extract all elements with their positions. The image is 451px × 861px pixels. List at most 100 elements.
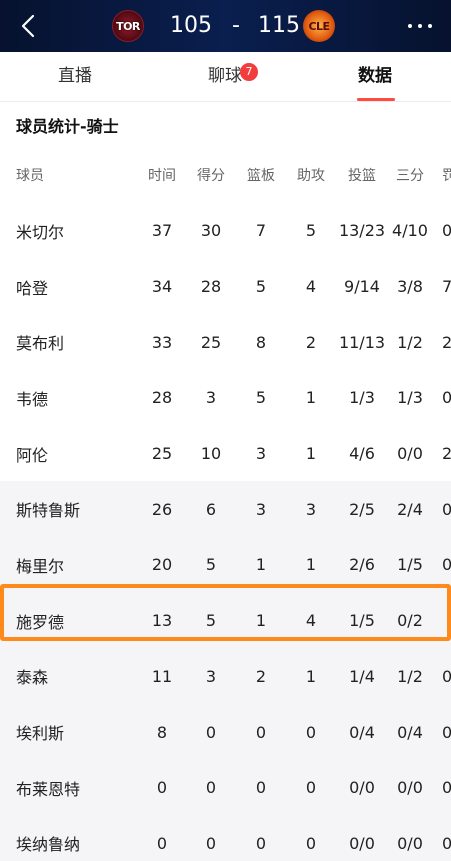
assists-cell: 0 <box>305 833 317 853</box>
more-dot-icon <box>408 24 412 28</box>
points-cell: 3 <box>205 666 217 686</box>
table-row[interactable]: 泰森 11 3 2 1 1/4 1/2 0 <box>0 648 451 705</box>
free-throws-cell: 0 <box>442 722 451 742</box>
assists-cell: 0 <box>305 722 317 742</box>
points-cell: 6 <box>205 499 217 519</box>
col-header-assists[interactable]: 助攻 <box>286 147 336 203</box>
tab-chat[interactable]: 聊球 <box>180 52 270 102</box>
minutes-cell: 0 <box>156 833 168 853</box>
active-tab-indicator <box>357 98 395 101</box>
table-row[interactable]: 哈登 34 28 5 4 9/14 3/8 7 <box>0 259 451 315</box>
minutes-cell: 11 <box>151 666 173 686</box>
table-row[interactable]: 韦德 28 3 5 1 1/3 1/3 0 <box>0 370 451 426</box>
free-throws-cell: 0 <box>442 499 451 519</box>
free-throws-cell <box>442 593 451 649</box>
home-score: 105 <box>170 13 212 38</box>
rebounds-cell: 0 <box>255 833 267 853</box>
rebounds-cell: 3 <box>255 444 267 464</box>
rebounds-cell: 8 <box>255 332 267 352</box>
minutes-cell: 33 <box>151 332 173 352</box>
minutes-cell: 26 <box>151 499 173 519</box>
player-name-cell: 米切尔 <box>16 222 65 242</box>
assists-cell: 2 <box>305 332 317 352</box>
away-team-logo: CLE <box>303 10 335 42</box>
rebounds-cell: 3 <box>255 499 267 519</box>
rebounds-cell: 5 <box>255 277 267 297</box>
assists-cell: 4 <box>305 611 317 631</box>
game-header: TOR 105 - 115 CLE <box>0 0 451 52</box>
three-pointers-cell: 2/4 <box>397 499 423 519</box>
chevron-left-icon <box>21 14 35 38</box>
three-pointers-cell: 1/2 <box>397 332 423 352</box>
points-cell: 0 <box>205 722 217 742</box>
table-row[interactable]: 阿伦 25 10 3 1 4/6 0/0 2 <box>0 426 451 482</box>
three-pointers-cell: 1/5 <box>397 555 423 575</box>
table-row[interactable]: 埃纳鲁纳 0 0 0 0 0/0 0/0 0 <box>0 815 451 861</box>
free-throws-cell: 0 <box>442 833 451 853</box>
field-goals-cell: 0/0 <box>349 778 375 798</box>
free-throws-cell: 0 <box>442 388 451 408</box>
table-row[interactable]: 布莱恩特 0 0 0 0 0/0 0/0 0 <box>0 759 451 816</box>
table-body: 米切尔 37 30 7 5 13/23 4/10 0 哈登 34 28 5 4 9/14 3/8 7 莫布利 33… <box>0 203 451 861</box>
minutes-cell: 20 <box>151 555 173 575</box>
assists-cell: 1 <box>305 388 317 408</box>
three-pointers-cell: 1/2 <box>397 666 423 686</box>
field-goals-cell: 13/23 <box>338 221 386 241</box>
three-pointers-cell: 3/8 <box>397 277 423 297</box>
three-pointers-cell: 4/10 <box>392 221 428 241</box>
free-throws-cell: 0 <box>442 221 451 241</box>
free-throws-cell: 0 <box>442 555 451 575</box>
assists-cell: 3 <box>305 499 317 519</box>
assists-cell: 5 <box>305 221 317 241</box>
player-name-cell: 泰森 <box>16 668 49 688</box>
table-row[interactable]: 梅里尔 20 5 1 1 2/6 1/5 0 <box>0 537 451 593</box>
col-header-points[interactable]: 得分 <box>186 147 236 203</box>
field-goals-cell: 11/13 <box>338 332 386 352</box>
tab-live[interactable]: 直播 <box>30 52 120 102</box>
points-cell: 5 <box>205 611 217 631</box>
three-pointers-cell: 0/0 <box>397 833 423 853</box>
minutes-cell: 37 <box>151 221 173 241</box>
tab-bar: 直播 聊球 数据 <box>0 52 451 102</box>
three-pointers-cell: 0/0 <box>397 778 423 798</box>
free-throws-cell: 7 <box>442 277 451 297</box>
col-header-rebounds[interactable]: 篮板 <box>236 147 286 203</box>
col-header-player[interactable]: 球员 <box>16 147 126 203</box>
field-goals-cell: 9/14 <box>344 277 380 297</box>
free-throws-cell: 0 <box>442 666 451 686</box>
points-cell: 5 <box>205 555 217 575</box>
minutes-cell: 28 <box>151 388 173 408</box>
table-row[interactable]: 米切尔 37 30 7 5 13/23 4/10 0 <box>0 203 451 259</box>
more-dot-icon <box>418 24 422 28</box>
score-separator: - <box>232 13 240 38</box>
table-row[interactable]: 斯特鲁斯 26 6 3 3 2/5 2/4 0 <box>0 481 451 538</box>
table-row[interactable]: 施罗德 13 5 1 4 1/5 0/2 <box>0 592 451 649</box>
player-stats-table: 球员 时间 得分 篮板 助攻 投篮 三分 罚 米切尔 37 3 0 7 5 13/23 4/1… <box>0 147 451 861</box>
free-throws-cell: 2 <box>442 444 451 464</box>
player-name-cell: 斯特鲁斯 <box>16 501 81 521</box>
free-throws-cell: 0 <box>442 778 451 798</box>
field-goals-cell: 1/4 <box>349 666 375 686</box>
assists-cell: 1 <box>305 444 317 464</box>
free-throws-cell: 2 <box>442 332 451 352</box>
points-cell: 25 <box>200 332 222 352</box>
minutes-cell: 34 <box>151 277 173 297</box>
points-cell: 0 <box>205 833 217 853</box>
table-row[interactable]: 莫布利 33 25 8 2 11/13 1/2 2 <box>0 314 451 370</box>
minutes-cell: 13 <box>151 611 173 631</box>
player-name-cell: 埃纳鲁纳 <box>16 835 81 855</box>
table-header-row: 球员 时间 得分 篮板 助攻 投篮 三分 罚 <box>0 147 451 203</box>
three-pointers-cell: 0/4 <box>397 722 423 742</box>
back-button[interactable] <box>14 10 42 42</box>
col-header-three-pointers[interactable]: 三分 <box>385 147 435 203</box>
assists-cell: 4 <box>305 277 317 297</box>
more-button[interactable] <box>405 12 435 40</box>
away-score: 115 <box>258 13 300 38</box>
rebounds-cell: 1 <box>255 555 267 575</box>
table-row[interactable]: 埃利斯 8 0 0 0 0/4 0/4 0 <box>0 704 451 760</box>
assists-cell: 0 <box>305 778 317 798</box>
col-header-minutes[interactable]: 时间 <box>137 147 187 203</box>
col-header-free-throws[interactable]: 罚 <box>442 147 451 203</box>
col-header-field-goals[interactable]: 投篮 <box>334 147 390 203</box>
tab-data[interactable]: 数据 <box>330 52 420 102</box>
